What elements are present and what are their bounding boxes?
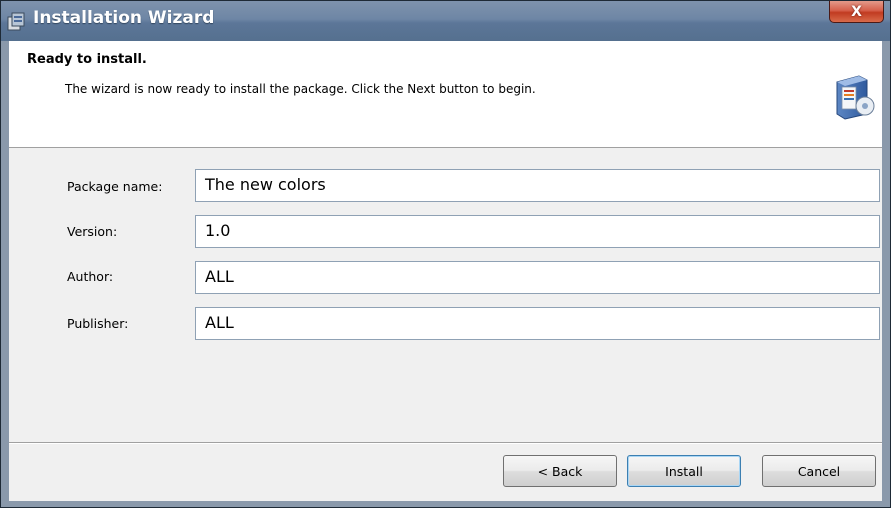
installer-box-icon bbox=[7, 11, 25, 31]
install-package-icon bbox=[833, 72, 875, 120]
package-name-field[interactable]: The new colors bbox=[195, 169, 880, 202]
install-button[interactable]: Install bbox=[627, 455, 741, 487]
back-button[interactable]: < Back bbox=[503, 455, 617, 487]
page-title: Ready to install. bbox=[27, 52, 147, 67]
title-bar[interactable]: Installation Wizard X bbox=[1, 1, 890, 41]
cancel-button[interactable]: Cancel bbox=[762, 455, 876, 487]
version-label: Version: bbox=[67, 224, 118, 239]
wizard-body: Ready to install. The wizard is now read… bbox=[9, 41, 882, 501]
wizard-header: Ready to install. The wizard is now read… bbox=[9, 41, 882, 148]
package-name-label: Package name: bbox=[67, 179, 163, 194]
publisher-field[interactable]: ALL bbox=[195, 307, 880, 340]
author-label: Author: bbox=[67, 269, 114, 284]
version-field[interactable]: 1.0 bbox=[195, 215, 880, 248]
author-field[interactable]: ALL bbox=[195, 261, 880, 294]
close-icon: X bbox=[851, 3, 862, 20]
publisher-label: Publisher: bbox=[67, 316, 129, 331]
button-area-divider bbox=[9, 442, 882, 444]
page-description: The wizard is now ready to install the p… bbox=[65, 82, 536, 96]
window-title: Installation Wizard bbox=[33, 8, 215, 28]
installation-wizard-window: Installation Wizard X Ready to install. … bbox=[0, 0, 891, 508]
close-button[interactable]: X bbox=[829, 1, 884, 23]
